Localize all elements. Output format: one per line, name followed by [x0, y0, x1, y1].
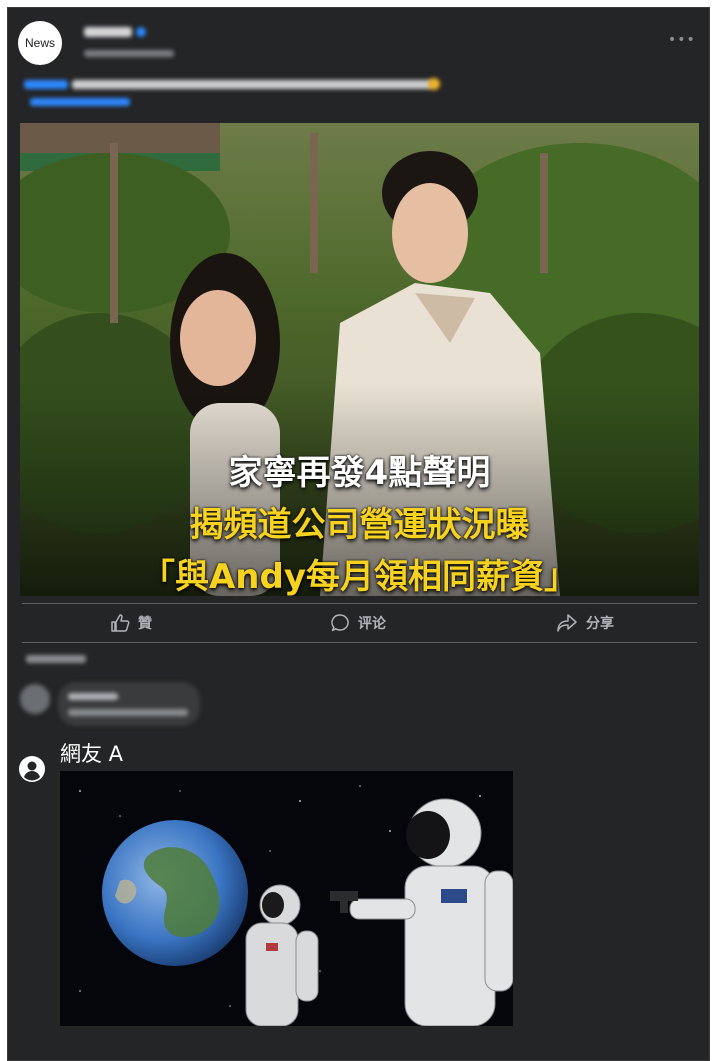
- like-icon: [111, 614, 130, 632]
- action-divider-top: [22, 603, 697, 604]
- action-divider-bottom: [22, 642, 697, 643]
- post-text-blurred-2: [72, 80, 432, 89]
- like-label: 贊: [138, 616, 152, 632]
- like-button[interactable]: 贊: [110, 608, 152, 638]
- comment-text-blurred-2: [68, 709, 188, 716]
- caption-line-2: 揭頻道公司營運狀況曝: [189, 505, 530, 545]
- timestamp-blurred[interactable]: [84, 50, 174, 57]
- commenter-name[interactable]: 網友 A: [60, 738, 123, 768]
- caption-line-1: 家寧再發4點聲明: [228, 453, 491, 493]
- comment-sort-blurred[interactable]: [26, 655, 86, 663]
- commenter-avatar-blurred[interactable]: [20, 684, 50, 714]
- user-avatar-icon[interactable]: [19, 756, 45, 782]
- post-image[interactable]: 家寧再發4點聲明 揭頻道公司營運狀況曝 「與Andy每月領相同薪資」: [20, 123, 699, 596]
- page-name-blurred[interactable]: [84, 27, 132, 37]
- comment-text-blurred: [68, 693, 118, 700]
- comment-bubble-blurred: [58, 682, 200, 726]
- comment-icon: [331, 614, 349, 632]
- more-icon[interactable]: •••: [668, 33, 695, 47]
- caption-line-3: 「與Andy每月領相同薪資」: [140, 557, 579, 596]
- page-avatar[interactable]: News: [18, 21, 62, 65]
- comment-image[interactable]: [60, 771, 513, 1026]
- share-icon: [557, 614, 577, 632]
- post-text-blurred: [24, 80, 68, 89]
- verified-badge-icon: [136, 27, 146, 37]
- comment-label: 评论: [358, 616, 386, 632]
- post-link-blurred[interactable]: [30, 98, 130, 106]
- share-label: 分享: [586, 616, 614, 632]
- share-button[interactable]: 分享: [556, 608, 614, 638]
- comment-button[interactable]: 评论: [330, 608, 386, 638]
- emoji-blurred: [428, 78, 440, 90]
